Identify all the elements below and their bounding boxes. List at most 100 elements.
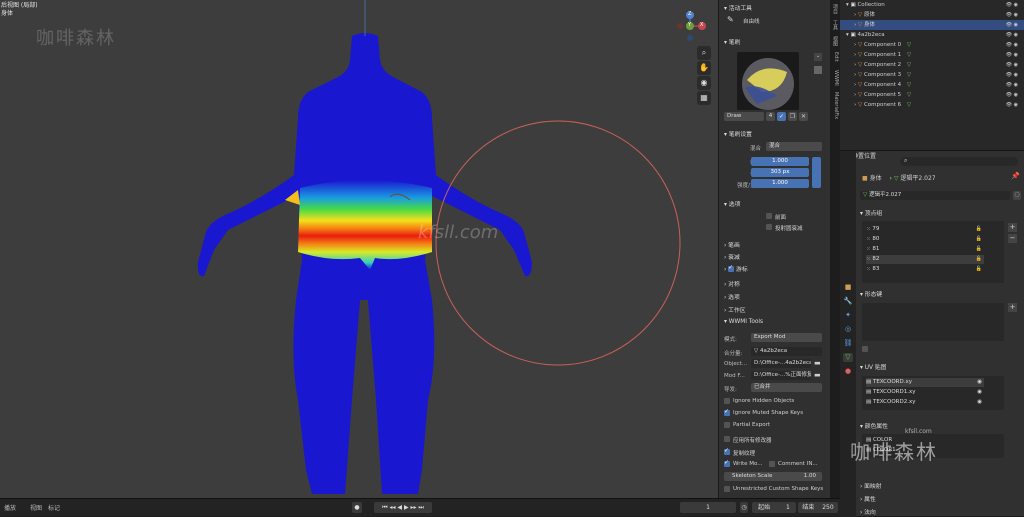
outliner-row[interactable]: › ▽ 身体 👁 ◉ [840, 20, 1024, 30]
camera-icon[interactable]: ◉ [697, 76, 711, 90]
blend-dropdown[interactable]: 混合 [766, 142, 822, 151]
outliner-row[interactable]: › ▽ Component 6 👁 ◉ ▽ [840, 100, 1024, 110]
normals-header[interactable]: › 法向 [860, 507, 876, 516]
comment-checkbox[interactable] [769, 461, 775, 467]
lock-icon[interactable]: 🔓 [976, 225, 982, 234]
visibility-icon[interactable]: 👁 ◉ [1006, 70, 1018, 80]
mod-folder-path[interactable]: D:\Office-...%正面修复\ [751, 371, 811, 380]
vertex-group-item[interactable]: ⁙ 81 🔓 [866, 245, 984, 254]
playback-menu[interactable]: 播放 [4, 503, 16, 512]
folder-icon[interactable]: ▬ [814, 359, 821, 367]
current-frame-field[interactable]: 1 [680, 502, 736, 513]
particles-tab-icon[interactable]: ✦ [843, 311, 853, 320]
visibility-icon[interactable]: 👁 ◉ [1006, 40, 1018, 50]
outliner-row[interactable]: › ▽ 原体 👁 ◉ [840, 10, 1024, 20]
brush-preview[interactable] [737, 52, 799, 110]
vertex-groups-header[interactable]: ▾ 顶点组 [860, 208, 882, 217]
outliner-row[interactable]: › ▽ Component 4 👁 ◉ ▽ [840, 80, 1024, 90]
front-faces-checkbox[interactable] [766, 213, 772, 219]
component-field[interactable]: ▽ 4a2b2eca [751, 347, 822, 356]
material-tab-icon[interactable]: ● [843, 367, 853, 376]
uv-map-item[interactable]: ▤ TEXCOORD1.xy ◉ [866, 388, 984, 397]
end-frame-field[interactable]: 结束 250 [798, 502, 838, 513]
vertex-group-item[interactable]: ⁙ 79 🔓 [866, 225, 984, 234]
active-tool-header[interactable]: ▾ 活动工具 [724, 3, 752, 12]
visibility-icon[interactable]: 👁 ◉ [1006, 0, 1018, 10]
3d-viewport[interactable]: 后视图 (局部) 身体 咖啡森林 kfsll.com Z X Y ⌕ ✋ ◉ ▦ [0, 0, 718, 498]
add-rest-checkbox[interactable] [862, 346, 868, 352]
strength-slider[interactable]: 1.000 [751, 179, 809, 188]
view-menu[interactable]: 视图 [30, 503, 42, 512]
vertex-group-item[interactable]: ⁙ 80 🔓 [866, 235, 984, 244]
tab-item[interactable]: 项目 [831, 4, 839, 14]
uv-map-list[interactable]: ▤ TEXCOORD.xy ◉ ▤ TEXCOORD1.xy ◉ ▤ TEXCOORD2… [862, 376, 1004, 410]
lock-icon[interactable]: 🔓 [976, 265, 982, 274]
outliner-row[interactable]: › ▽ Component 5 👁 ◉ ▽ [840, 90, 1024, 100]
outliner-row[interactable]: ▾ ▣ 4a2b2eca 👁 ◉ [840, 30, 1024, 40]
options2-section[interactable]: › 选项 [724, 292, 740, 301]
duplicate-brush-icon[interactable]: ❐ [788, 112, 797, 121]
brush-expand-icon[interactable]: ⌄ [814, 53, 822, 61]
record-icon[interactable]: ● [352, 502, 362, 513]
mode-dropdown[interactable]: Export Mod [751, 333, 822, 342]
cursor-section[interactable]: › 游标 [724, 264, 748, 273]
brush-tool-icon[interactable]: ✎ [727, 15, 734, 24]
vertex-group-item[interactable]: ⁙ 83 🔓 [866, 265, 984, 274]
outliner-row[interactable]: › ▽ Component 3 👁 ◉ ▽ [840, 70, 1024, 80]
add-vertex-group-button[interactable]: + [1008, 223, 1017, 232]
outliner-row[interactable]: ▾ ▣ Collection 👁 ◉ [840, 0, 1024, 10]
ignore-hidden-checkbox[interactable] [724, 398, 730, 404]
playback-controls[interactable]: ⏮ ◂◂ ◀ ▶ ▸▸ ⏭ [374, 502, 432, 513]
marker-menu[interactable]: 标记 [48, 503, 60, 512]
symmetry-section[interactable]: › 对称 [724, 279, 740, 288]
outliner-row[interactable]: › ▽ Component 1 👁 ◉ ▽ [840, 50, 1024, 60]
brush-texture-icon[interactable] [814, 66, 822, 74]
fake-user-icon[interactable]: ◌ [1013, 191, 1021, 200]
cursor-checkbox[interactable] [728, 264, 735, 272]
object-folder-path[interactable]: D:\Office-...4a2b2eca\ [751, 359, 811, 368]
outliner-row[interactable]: › ▽ Component 0 👁 ◉ ▽ [840, 40, 1024, 50]
vertex-group-item[interactable]: ⁙ 82 🔓 [866, 255, 984, 264]
lock-icon[interactable]: 🔓 [976, 245, 982, 254]
visibility-icon[interactable]: 👁 ◉ [1006, 30, 1018, 40]
mesh-data-tab-icon[interactable]: ▽ [843, 353, 853, 362]
remove-vertex-group-button[interactable]: − [1008, 234, 1017, 243]
lock-icon[interactable]: 🔓 [976, 255, 982, 264]
pressure-toggle-icon[interactable] [812, 157, 821, 188]
stroke-section[interactable]: › 笔画 [724, 240, 740, 249]
constraints-tab-icon[interactable]: ⛓ [843, 339, 853, 348]
pan-hand-icon[interactable]: ✋ [697, 61, 711, 75]
ignore-muted-checkbox[interactable] [724, 408, 730, 416]
visibility-icon[interactable]: 👁 ◉ [1006, 10, 1018, 20]
fake-user-shield-icon[interactable]: ✓ [777, 112, 786, 121]
shape-keys-header[interactable]: ▾ 形态键 [860, 289, 882, 298]
object-tab-icon[interactable]: ■ [843, 283, 853, 292]
folder-icon-2[interactable]: ▬ [814, 371, 821, 379]
visibility-icon[interactable]: 👁 ◉ [1006, 20, 1018, 30]
outliner-row[interactable]: › ▽ Component 2 👁 ◉ ▽ [840, 60, 1024, 70]
brush-settings-header[interactable]: ▾ 笔刷设置 [724, 129, 752, 138]
pin-icon[interactable]: 📌 [1011, 172, 1020, 180]
zoom-icon[interactable]: ⌕ [697, 46, 711, 60]
uv-map-item[interactable]: ▤ TEXCOORD.xy ◉ [866, 378, 984, 387]
falloff-shape-checkbox[interactable] [766, 224, 772, 230]
partial-export-checkbox[interactable] [724, 422, 730, 428]
write-mod-checkbox[interactable] [724, 459, 730, 467]
brush-header[interactable]: ▾ 笔刷 [724, 37, 740, 46]
brush-name-field[interactable]: Draw [724, 112, 764, 121]
vertex-group-list[interactable]: ⁙ 79 🔓 ⁙ 80 🔓 ⁙ 81 🔓 ⁙ 82 🔓 ⁙ 83 🔓 [862, 221, 1004, 283]
visibility-icon[interactable]: 👁 ◉ [1006, 90, 1018, 100]
tab-wwmi[interactable]: WWMI [831, 70, 839, 86]
tab-view[interactable]: 视图 [831, 36, 839, 46]
properties-search[interactable]: ⌕ [900, 157, 1018, 166]
add-shape-key-button[interactable]: + [1008, 303, 1017, 312]
weight-slider[interactable]: 1.000 [751, 157, 809, 166]
radius-slider[interactable]: 303 px [751, 168, 809, 177]
visibility-icon[interactable]: 👁 ◉ [1006, 60, 1018, 70]
tab-edit[interactable]: Edit [831, 52, 839, 62]
wwmi-tools-header[interactable]: ▾ WWMI Tools [724, 319, 763, 325]
options-header[interactable]: ▾ 选项 [724, 199, 740, 208]
visibility-icon[interactable]: 👁 ◉ [1006, 50, 1018, 60]
attributes-header[interactable]: › 属性 [860, 494, 876, 503]
tab-materialfix[interactable]: MaterialFix [831, 92, 839, 119]
